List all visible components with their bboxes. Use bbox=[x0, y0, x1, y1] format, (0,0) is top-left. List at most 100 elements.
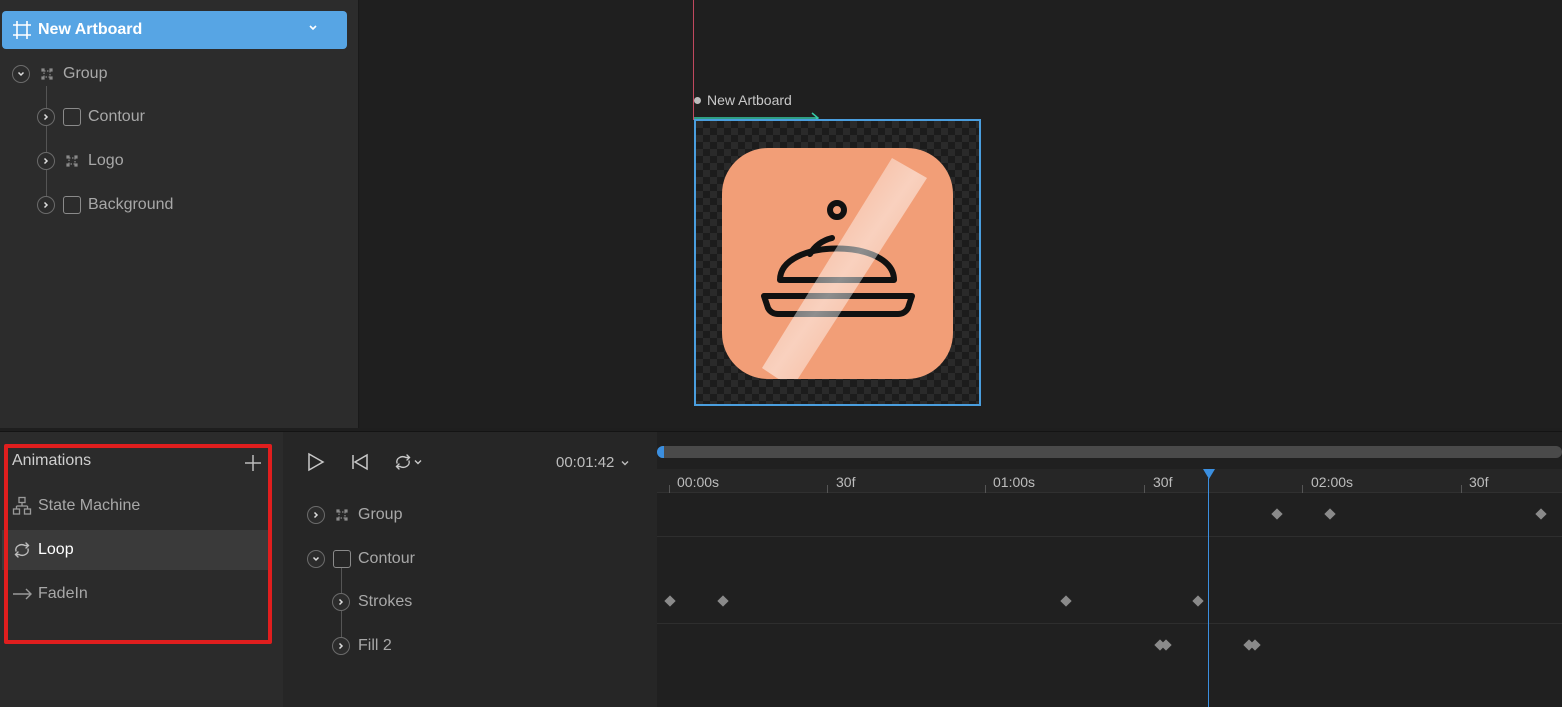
track-divider bbox=[657, 623, 1562, 624]
animations-header: Animations bbox=[12, 452, 92, 469]
timeline-item-label: Group bbox=[358, 506, 403, 523]
timeline-item-group[interactable]: Group bbox=[307, 503, 402, 527]
tree-item-label: Logo bbox=[88, 152, 124, 169]
state-machine-icon bbox=[12, 496, 32, 515]
animations-panel: Animations State Machine Loop FadeIn bbox=[0, 432, 283, 707]
timeline-item-contour[interactable]: Contour bbox=[307, 547, 415, 571]
artboard-dot bbox=[694, 96, 701, 104]
playhead-line bbox=[1208, 478, 1209, 707]
tree-item-background[interactable]: Background bbox=[37, 193, 173, 217]
expand-toggle[interactable] bbox=[37, 108, 55, 126]
animation-item-loop[interactable]: Loop bbox=[2, 530, 268, 570]
animation-item-label: FadeIn bbox=[38, 585, 88, 602]
tree-connector bbox=[46, 86, 47, 206]
chevron-down-icon bbox=[621, 460, 629, 465]
artboard-icon bbox=[13, 21, 31, 39]
app-icon[interactable] bbox=[722, 148, 953, 379]
timeline-item-label: Contour bbox=[358, 550, 415, 567]
chevron-right-icon bbox=[43, 113, 49, 121]
food-cloche-icon bbox=[761, 158, 927, 379]
group-icon bbox=[38, 65, 56, 83]
timeline-item-label: Strokes bbox=[358, 593, 413, 610]
timeline-item-strokes[interactable]: Strokes bbox=[332, 590, 412, 614]
shape-icon bbox=[333, 550, 351, 568]
animation-item-state-machine[interactable]: State Machine bbox=[2, 486, 268, 526]
scroll-thumb[interactable] bbox=[657, 446, 664, 458]
tree-item-contour[interactable]: Contour bbox=[37, 105, 145, 129]
group-icon bbox=[333, 506, 351, 524]
expand-toggle[interactable] bbox=[307, 506, 325, 524]
timeline-item-label: Fill 2 bbox=[358, 637, 392, 654]
ruler-label: 30f bbox=[836, 474, 856, 490]
time-ruler[interactable]: 00:00s 30f 01:00s 30f 02:00s 30f bbox=[657, 469, 1562, 493]
ruler-label: 01:00s bbox=[993, 474, 1036, 490]
add-animation-icon[interactable] bbox=[244, 454, 262, 472]
group-icon bbox=[63, 152, 81, 170]
ruler-label: 00:00s bbox=[677, 474, 720, 490]
canvas-stage[interactable]: New Artboard bbox=[360, 0, 1562, 428]
keyframe[interactable] bbox=[664, 595, 676, 607]
chevron-down-icon[interactable] bbox=[307, 22, 319, 34]
play-button[interactable] bbox=[306, 452, 326, 472]
animation-item-label: State Machine bbox=[38, 497, 141, 514]
artboard-label-text: New Artboard bbox=[707, 92, 792, 108]
ruler-label: 30f bbox=[1469, 474, 1489, 490]
skip-back-icon bbox=[352, 453, 368, 471]
tree-item-label: Background bbox=[88, 196, 174, 213]
shape-icon bbox=[63, 196, 81, 214]
expand-toggle[interactable] bbox=[37, 196, 55, 214]
chevron-right-icon bbox=[43, 157, 49, 165]
timeline-tracks[interactable]: 00:00s 30f 01:00s 30f 02:00s 30f bbox=[657, 432, 1562, 707]
artboard[interactable] bbox=[694, 119, 981, 406]
expand-toggle[interactable] bbox=[332, 593, 350, 611]
tree-item-group[interactable]: Group bbox=[12, 62, 107, 86]
keyframe[interactable] bbox=[1192, 595, 1204, 607]
chevron-down-icon bbox=[17, 71, 25, 77]
expand-toggle[interactable] bbox=[37, 152, 55, 170]
time-readout[interactable]: 00:01:42 bbox=[556, 454, 630, 471]
ruler-tick bbox=[1461, 485, 1462, 493]
timeline-item-fill-2[interactable]: Fill 2 bbox=[332, 634, 392, 658]
arrow-right-icon bbox=[13, 588, 32, 600]
keyframe[interactable] bbox=[1060, 595, 1072, 607]
loop-icon bbox=[14, 542, 30, 558]
playhead-handle[interactable] bbox=[1203, 469, 1215, 481]
go-to-start-button[interactable] bbox=[351, 452, 369, 472]
chevron-right-icon bbox=[313, 511, 319, 519]
tree-item-logo[interactable]: Logo bbox=[37, 149, 124, 173]
keyframe[interactable] bbox=[717, 595, 729, 607]
time-value: 00:01:42 bbox=[556, 454, 615, 471]
animation-item-label: Loop bbox=[38, 541, 74, 558]
keyframe[interactable] bbox=[1324, 508, 1336, 520]
artboard-name: New Artboard bbox=[38, 21, 143, 38]
tree-item-label: Contour bbox=[88, 108, 145, 125]
ruler-tick bbox=[1302, 485, 1303, 493]
timeline-scroll-bar[interactable] bbox=[657, 446, 1562, 458]
ruler-tick bbox=[1144, 485, 1145, 493]
timeline-tree-panel: 00:01:42 Group Contour Strokes Fill 2 bbox=[283, 432, 657, 707]
chevron-right-icon bbox=[338, 598, 344, 606]
expand-toggle[interactable] bbox=[332, 637, 350, 655]
ruler-label: 02:00s bbox=[1311, 474, 1354, 490]
tree-item-label: Group bbox=[63, 65, 108, 82]
ruler-tick bbox=[827, 485, 828, 493]
shape-icon bbox=[63, 108, 81, 126]
loop-mode-dropdown[interactable] bbox=[393, 452, 423, 472]
chevron-down-icon bbox=[414, 460, 422, 465]
ruler-label: 30f bbox=[1153, 474, 1173, 490]
chevron-right-icon bbox=[338, 642, 344, 650]
chevron-right-icon bbox=[43, 201, 49, 209]
ruler-tick bbox=[985, 485, 986, 493]
loop-icon bbox=[395, 454, 411, 470]
artboard-label[interactable]: New Artboard bbox=[694, 92, 792, 108]
play-icon bbox=[308, 452, 325, 472]
bottom-panel: Animations State Machine Loop FadeIn 00:… bbox=[0, 431, 1562, 707]
collapse-toggle[interactable] bbox=[307, 550, 325, 568]
track-divider bbox=[657, 536, 1562, 537]
ruler-tick bbox=[669, 485, 670, 493]
keyframe[interactable] bbox=[1271, 508, 1283, 520]
collapse-toggle[interactable] bbox=[12, 65, 30, 83]
keyframe[interactable] bbox=[1535, 508, 1547, 520]
artboard-selector[interactable]: New Artboard bbox=[2, 11, 347, 49]
animation-item-fadein[interactable]: FadeIn bbox=[2, 574, 268, 614]
